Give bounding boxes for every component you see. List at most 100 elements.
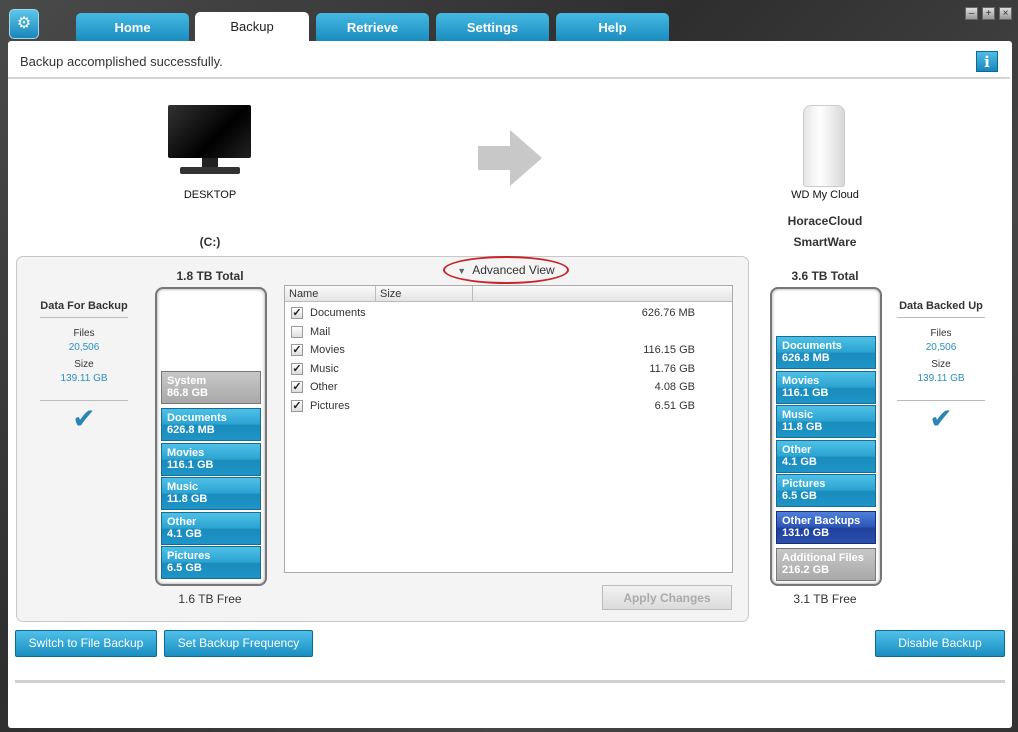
segment-size: 626.8 MB <box>782 352 830 364</box>
segment-name: Movies <box>782 374 820 387</box>
switch-to-file-backup-button[interactable]: Switch to File Backup <box>15 630 157 657</box>
segment-size: 116.1 GB <box>782 386 829 399</box>
disable-backup-button[interactable]: Disable Backup <box>875 630 1005 657</box>
storage-segment-other: Other 4.1 GB <box>776 439 876 473</box>
files-label: Files <box>930 328 952 339</box>
segment-size: 131.0 GB <box>782 527 830 539</box>
tab-help[interactable]: Help <box>556 13 669 41</box>
segment-size: 4.1 GB <box>782 455 817 468</box>
row-size: 11.76 GB <box>649 362 695 375</box>
segment-name: Documents <box>167 412 227 424</box>
checkbox[interactable]: ✓ <box>291 381 303 394</box>
maximize-button[interactable]: + <box>982 7 995 20</box>
storage-segment-pictures: Pictures 6.5 GB <box>776 474 876 507</box>
table-row: Mail <box>291 325 711 341</box>
source-name: DESKTOP <box>183 189 237 201</box>
source-storage-bar: System 86.8 GB Documents 626.8 MB Movies 116.… <box>155 287 267 586</box>
arrow-right-icon <box>478 130 542 186</box>
tab-retrieve[interactable]: Retrieve <box>316 13 429 41</box>
checkbox[interactable]: ✓ <box>291 362 303 375</box>
tab-settings[interactable]: Settings <box>436 13 549 41</box>
segment-size: 11.8 GB <box>782 421 823 433</box>
segment-size: 6.5 GB <box>782 490 817 502</box>
segment-name: Movies <box>167 446 205 459</box>
storage-segment-music: Music 11.8 GB <box>161 477 261 510</box>
row-name: Documents <box>310 307 366 319</box>
triangle-down-icon: ▼ <box>457 266 467 276</box>
segment-name: System <box>167 375 207 387</box>
row-size: 6.51 GB <box>654 400 695 412</box>
row-name: Pictures <box>310 400 350 412</box>
table-row: ✓ Other 4.08 GB <box>291 380 711 396</box>
summary-title: Data Backed Up <box>897 300 985 318</box>
size-value: 139.11 GB <box>917 373 965 384</box>
advanced-view-toggle[interactable]: ▼ Advanced View <box>443 256 569 284</box>
column-header-name[interactable]: Name <box>285 286 376 302</box>
destination-subname: SmartWare <box>793 235 857 249</box>
storage-segment-movies: Movies 116.1 GB <box>776 370 876 404</box>
destination-storage-bar: Documents 626.8 MB Movies 116.1 GB Music 11.8… <box>770 287 882 586</box>
segment-name: Additional Files <box>782 552 864 564</box>
segment-name: Documents <box>782 340 842 352</box>
row-size: 4.08 GB <box>654 381 695 394</box>
storage-segment-other-backups: Other Backups 131.0 GB <box>776 511 876 544</box>
divider <box>8 77 1010 79</box>
apply-changes-button[interactable]: Apply Changes <box>602 585 732 610</box>
app-logo-icon: ⚙ <box>9 9 39 39</box>
segment-name: Pictures <box>782 478 826 490</box>
segment-name: Other Backups <box>782 515 861 527</box>
checkbox[interactable] <box>291 325 303 338</box>
segment-size: 116.1 GB <box>167 458 214 471</box>
checkbox[interactable]: ✓ <box>291 400 303 412</box>
destination-name: HoraceCloud <box>787 214 863 228</box>
files-count: 20,506 <box>925 342 957 353</box>
files-label: Files <box>73 328 95 339</box>
checkbox[interactable]: ✓ <box>291 307 303 319</box>
storage-segment-system: System 86.8 GB <box>161 371 261 404</box>
column-header-size[interactable]: Size <box>376 286 473 302</box>
row-name: Mail <box>310 325 331 338</box>
summary-title: Data For Backup <box>40 300 128 318</box>
set-backup-frequency-button[interactable]: Set Backup Frequency <box>164 630 313 657</box>
table-row: ✓ Documents 626.76 MB <box>291 306 711 322</box>
size-label: Size <box>74 359 94 370</box>
data-backed-up-summary: Data Backed Up Files 20,506 Size 139.11 … <box>897 300 985 433</box>
destination-total: 3.6 TB Total <box>791 269 859 283</box>
source-total: 1.8 TB Total <box>176 269 244 283</box>
size-value: 139.11 GB <box>60 373 108 384</box>
segment-size: 6.5 GB <box>167 562 202 574</box>
advanced-view-label: Advanced View <box>472 263 555 277</box>
storage-segment-pictures: Pictures 6.5 GB <box>161 546 261 579</box>
minimize-button[interactable]: – <box>965 7 978 20</box>
table-row: ✓ Movies 116.15 GB <box>291 343 711 359</box>
source-drive: (C:) <box>199 235 221 249</box>
segment-name: Other <box>167 515 197 528</box>
storage-segment-documents: Documents 626.8 MB <box>161 408 261 441</box>
checkbox[interactable]: ✓ <box>291 344 303 357</box>
close-button[interactable]: × <box>999 7 1012 20</box>
table-row: ✓ Pictures 6.51 GB <box>291 399 711 415</box>
desktop-monitor-icon <box>168 105 251 177</box>
wd-my-cloud-device-icon <box>803 105 845 187</box>
segment-size: 11.8 GB <box>167 493 208 505</box>
segment-name: Music <box>782 409 814 421</box>
backup-categories-table: Name Size ✓ Documents 626.76 MB Mail ✓ Movies… <box>284 285 733 573</box>
row-name: Movies <box>310 344 345 357</box>
tab-home[interactable]: Home <box>76 13 189 41</box>
status-message: Backup accomplished successfully. <box>20 54 223 69</box>
info-icon[interactable]: i <box>976 51 998 72</box>
storage-segment-documents: Documents 626.8 MB <box>776 336 876 369</box>
size-label: Size <box>931 359 951 370</box>
row-name: Other <box>310 381 338 394</box>
storage-segment-other: Other 4.1 GB <box>161 511 261 545</box>
destination-free: 3.1 TB Free <box>793 592 857 606</box>
row-name: Music <box>310 362 339 375</box>
data-for-backup-summary: Data For Backup Files 20,506 Size 139.11… <box>40 300 128 433</box>
checkmark-icon: ✔ <box>72 403 96 434</box>
column-header-empty <box>473 286 732 302</box>
checkmark-icon: ✔ <box>929 403 953 434</box>
segment-name: Pictures <box>167 550 211 562</box>
destination-device: WD My Cloud <box>791 189 859 201</box>
table-row: ✓ Music 11.76 GB <box>291 362 711 378</box>
tab-backup[interactable]: Backup <box>195 12 309 42</box>
